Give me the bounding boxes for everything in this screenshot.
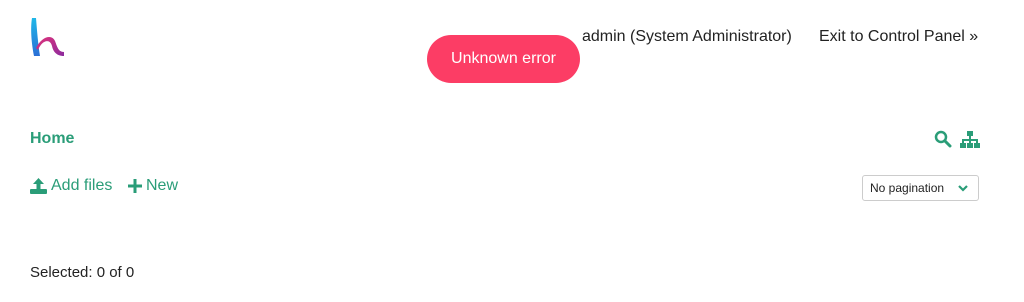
add-files-button[interactable]: Add files — [30, 177, 112, 195]
breadcrumb-home[interactable]: Home — [30, 130, 74, 148]
pagination-selected-value: No pagination — [870, 181, 945, 195]
upload-icon — [30, 178, 47, 194]
exit-control-panel-link[interactable]: Exit to Control Panel » — [819, 28, 978, 46]
plus-icon — [128, 179, 142, 193]
error-toast-message: Unknown error — [451, 50, 556, 67]
new-label: New — [146, 177, 179, 194]
app-logo — [31, 18, 64, 56]
search-icon — [934, 130, 952, 148]
sitemap-icon — [960, 131, 980, 148]
chevron-down-icon — [958, 185, 968, 192]
error-toast: Unknown error — [427, 35, 580, 83]
user-info: admin (System Administrator) — [582, 28, 792, 45]
pagination-select[interactable]: No pagination — [862, 175, 979, 201]
search-button[interactable] — [934, 130, 954, 150]
add-files-label: Add files — [51, 177, 113, 194]
selected-count: Selected: 0 of 0 — [30, 264, 135, 281]
sitemap-button[interactable] — [959, 130, 980, 150]
new-button[interactable]: New — [128, 177, 178, 195]
